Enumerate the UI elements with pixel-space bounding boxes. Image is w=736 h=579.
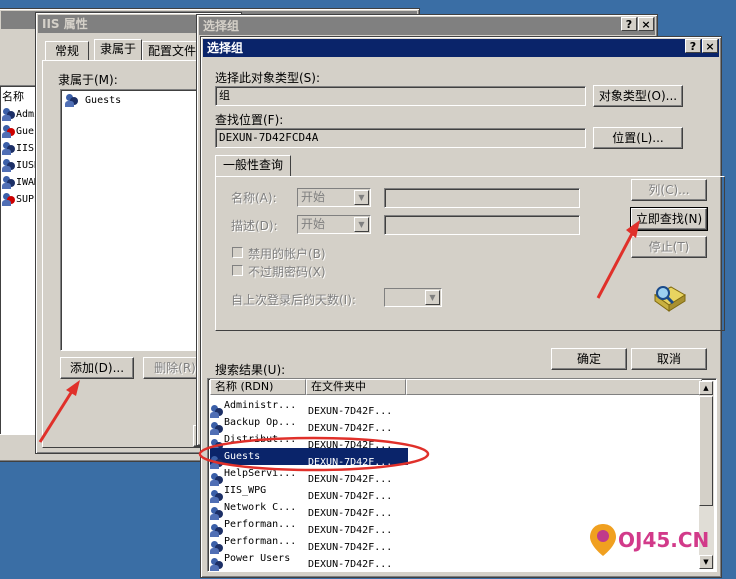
result-row[interactable]: Administr...DEXUN-7D42F... [210,397,408,418]
location-label: 查找位置(F): [215,113,284,127]
close-button[interactable]: × [702,39,718,53]
bg-list-item[interactable]: SUPP [2,191,38,208]
help-button[interactable]: ? [685,39,701,53]
column-header-name[interactable]: 名称 (RDN) [210,379,306,395]
user-icon [2,158,16,172]
outer-help-button[interactable]: ? [621,17,637,31]
description-input [384,215,580,235]
description-match-value: 开始 [301,217,326,231]
select-group-outer-titlebar[interactable]: 选择组 [199,17,655,35]
scroll-thumb[interactable] [699,396,713,506]
iis-properties-title: IIS 属性 [42,17,88,31]
object-type-field: 组 [215,86,586,106]
location-field: DEXUN-7D42FCD4A [215,128,586,148]
dialog-titlebar[interactable]: 选择组 [203,39,719,57]
columns-button[interactable]: 列(C)... [631,179,707,201]
result-folder: DEXUN-7D42F... [308,559,393,570]
bg-list-header: 名称 [2,90,24,103]
dialog-title: 选择组 [207,41,244,55]
result-name: Network C... [224,502,297,513]
user-icon [2,141,16,155]
name-input [384,188,580,208]
result-row[interactable]: Performan...DEXUN-7D42F... [210,516,408,537]
scroll-up-icon[interactable]: ▲ [699,381,713,395]
result-row[interactable]: Backup Op...DEXUN-7D42F... [210,414,408,435]
result-row[interactable]: Performan...DEXUN-7D42F... [210,533,408,554]
tab-common-queries[interactable]: 一般性查询 [215,155,291,177]
watermark-pin-icon [590,524,616,556]
bg-list-item[interactable]: Gues [2,123,38,140]
member-of-list[interactable]: Guests [60,89,210,351]
bg-list-item[interactable]: IWAM [2,174,38,191]
disabled-accounts-checkbox[interactable] [232,247,243,258]
result-row[interactable]: IIS_WPGDEXUN-7D42F... [210,482,408,503]
member-of-item[interactable]: Guests [65,92,121,109]
column-header-filler [406,379,702,395]
tab-member-of[interactable]: 隶属于 [94,39,142,61]
select-group-outer-title: 选择组 [203,19,240,33]
tab-general[interactable]: 常规 [45,41,89,61]
result-row[interactable]: Power Users DEXUN-7D42F... [210,550,408,571]
bg-list-item-label: IIS [16,143,35,154]
dropdown-arrow-icon[interactable]: ▼ [354,217,369,232]
days-since-logon-label: 自上次登录后的天数(I): [231,293,356,307]
member-of-label: 隶属于(M): [58,73,118,87]
annotation-arrow-add [38,380,80,443]
result-name: Administr... [224,400,297,411]
name-match-value: 开始 [301,190,326,204]
member-of-item-label: Guests [85,95,122,106]
description-label: 描述(D): [231,219,278,233]
annotation-ellipse-guests [198,436,430,472]
locations-button[interactable]: 位置(L)... [593,127,683,149]
dropdown-arrow-icon[interactable]: ▼ [354,190,369,205]
result-name: Performan... [224,536,297,547]
tab-profile[interactable]: 配置文件 [142,41,202,61]
select-group-dialog: 选择组 ? × 选择此对象类型(S): 组 对象类型(O)... 查找位置(F)… [200,36,725,578]
annotation-arrow-find [596,220,640,299]
group-icon [65,93,79,107]
description-match-select[interactable]: 开始 ▼ [297,215,371,234]
result-row[interactable]: Network C...DEXUN-7D42F... [210,499,408,520]
result-name: Power Users [224,553,291,564]
user-icon [2,107,16,121]
ok-button[interactable]: 确定 [551,348,627,370]
result-name: Performan... [224,519,297,530]
no-expire-password-checkbox[interactable] [232,265,243,276]
user-icon [2,175,16,189]
object-type-label: 选择此对象类型(S): [215,71,321,85]
name-match-select[interactable]: 开始 ▼ [297,188,371,207]
bg-list-item[interactable]: Admi [2,106,38,123]
name-label: 名称(A): [231,191,277,205]
search-results-label: 搜索结果(U): [215,363,286,377]
no-expire-password-label: 不过期密码(X) [248,265,326,279]
bg-list-item[interactable]: IUSR [2,157,38,174]
cancel-button[interactable]: 取消 [631,348,707,370]
disabled-accounts-label: 禁用的帐户(B) [248,247,326,261]
outer-close-button[interactable]: × [638,17,654,31]
bg-list-item[interactable]: IIS [2,140,34,157]
result-name: IIS_WPG [224,485,267,496]
days-since-logon-select[interactable]: ▼ [384,288,442,307]
dropdown-arrow-icon[interactable]: ▼ [425,290,440,305]
result-name: Backup Op... [224,417,297,428]
watermark-text: OJ45.CN [618,528,710,552]
background-user-list[interactable]: 名称 Admi Gues IIS IUSR IWAM SUPP [0,85,39,435]
disabled-user-icon [2,192,16,206]
watermark: OJ45.CN [588,520,734,564]
object-types-button[interactable]: 对象类型(O)... [593,85,683,107]
group-icon [210,557,224,571]
disabled-user-icon [2,124,16,138]
add-button[interactable]: 添加(D)... [60,357,134,379]
column-header-folder[interactable]: 在文件夹中 [306,379,406,395]
search-dog-icon [651,281,687,315]
